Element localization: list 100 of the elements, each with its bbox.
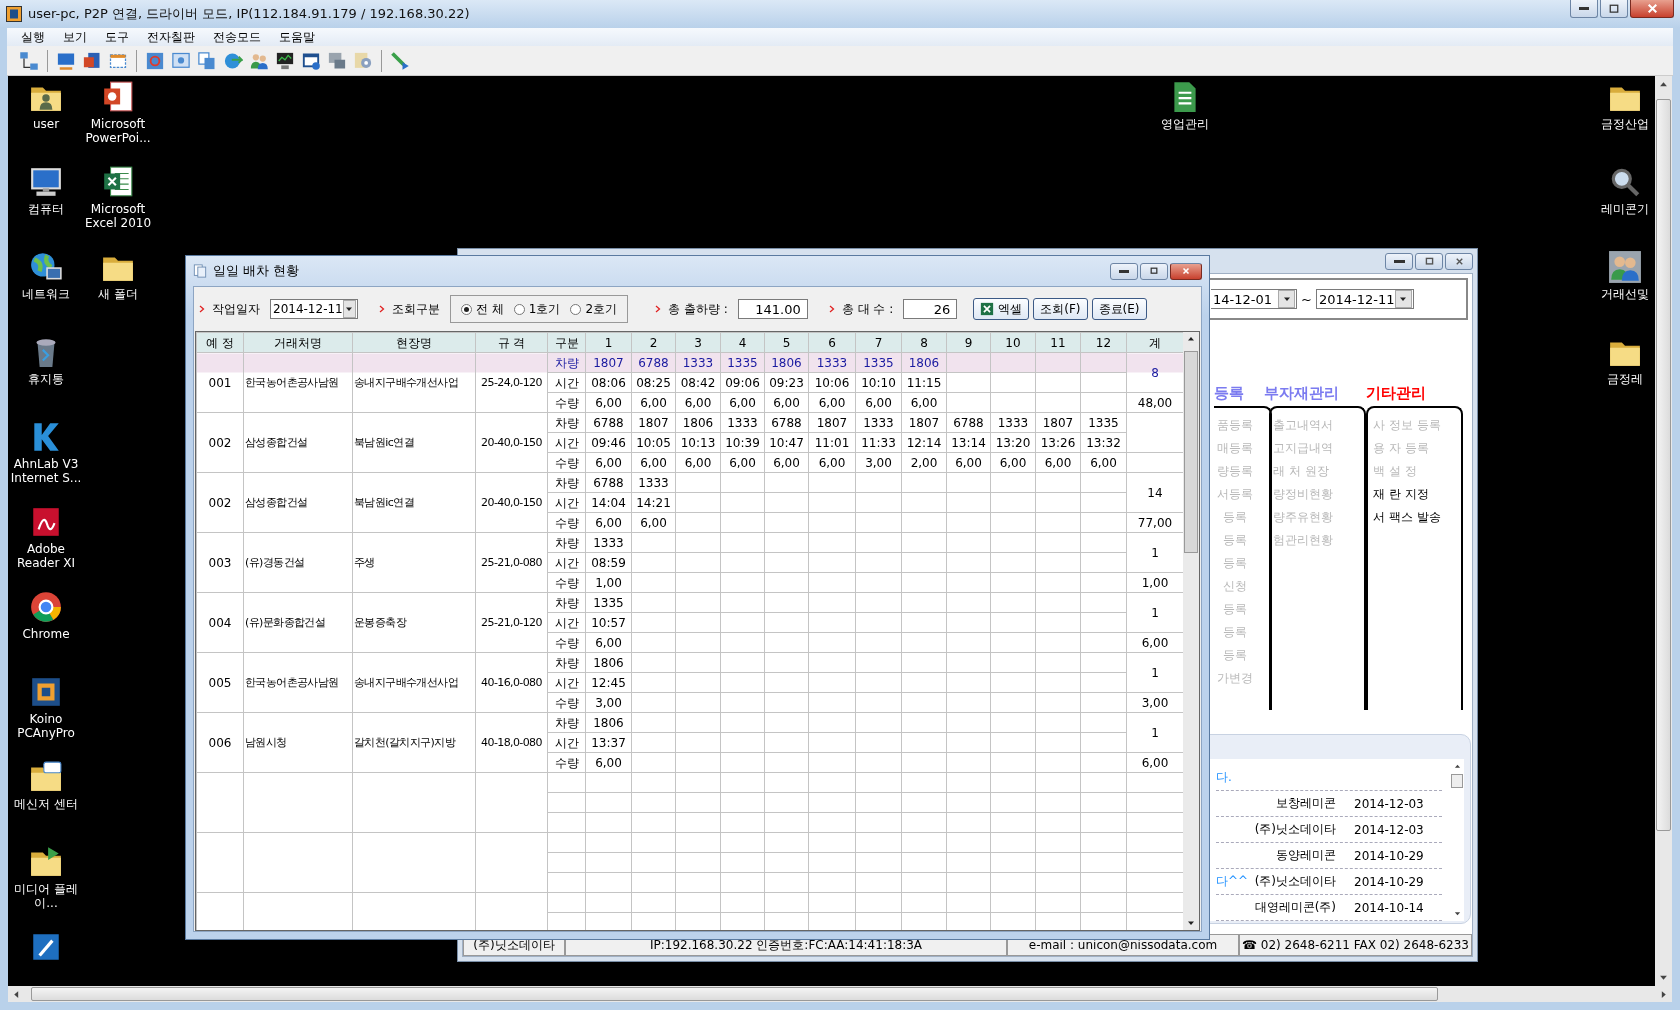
- minimize-button[interactable]: [1570, 0, 1598, 18]
- minimize-button[interactable]: [1110, 262, 1138, 280]
- maximize-button[interactable]: [1415, 252, 1443, 270]
- menu-link[interactable]: 서 팩스 발송: [1373, 508, 1461, 526]
- icon-label[interactable]: 휴지통: [28, 372, 64, 386]
- close-button[interactable]: [1170, 262, 1202, 280]
- radio-option[interactable]: 2호기: [570, 300, 618, 318]
- scroll-up-icon[interactable]: [1453, 763, 1461, 770]
- color-wheel-icon[interactable]: [29, 590, 63, 624]
- icon-label[interactable]: AhnLab V3 Internet S...: [8, 457, 84, 485]
- chat-folder-icon[interactable]: [29, 760, 63, 794]
- monitor-icon[interactable]: [275, 50, 295, 71]
- icon-label[interactable]: 네트워크: [22, 287, 70, 301]
- column-header[interactable]: 4: [720, 332, 765, 353]
- icon-label[interactable]: Chrome: [22, 627, 70, 641]
- icon-label[interactable]: user: [32, 117, 60, 131]
- icon-label[interactable]: 금정레: [1607, 372, 1643, 386]
- scroll-up-icon[interactable]: [1659, 80, 1668, 89]
- column-header[interactable]: 3: [675, 332, 721, 353]
- table-cell: 수량: [547, 572, 586, 593]
- column-header[interactable]: 2: [631, 332, 676, 353]
- icon-label[interactable]: Microsoft Excel 2010: [80, 202, 156, 230]
- pen-icon[interactable]: [390, 50, 410, 71]
- date-field[interactable]: 2014-12-11: [1315, 289, 1414, 309]
- copy-icon[interactable]: [197, 50, 217, 71]
- menu-item[interactable]: 전자칠판: [147, 28, 195, 46]
- scroll-left-icon[interactable]: [12, 989, 21, 999]
- radio-option[interactable]: 1호기: [513, 300, 561, 318]
- scroll-thumb[interactable]: [1656, 99, 1671, 831]
- icon-label[interactable]: 미디어 플레이...: [8, 882, 84, 910]
- window-icon: [193, 264, 207, 278]
- column-header[interactable]: 11: [1035, 332, 1081, 353]
- menu-item[interactable]: 전송모드: [213, 28, 261, 46]
- icon-label[interactable]: 메신저 센터: [14, 797, 78, 811]
- column-header[interactable]: 8: [901, 332, 947, 353]
- scroll-down-icon[interactable]: [1659, 973, 1668, 982]
- maximize-icon: [1149, 266, 1159, 276]
- horizontal-scrollbar[interactable]: [8, 986, 1672, 1002]
- scroll-thumb[interactable]: [31, 987, 1438, 1001]
- column-header[interactable]: 6: [808, 332, 856, 353]
- vertical-scrollbar[interactable]: [1183, 332, 1199, 930]
- screen-icon[interactable]: [171, 50, 191, 71]
- scroll-up-icon[interactable]: [1187, 335, 1195, 343]
- slides-document-icon[interactable]: [101, 80, 135, 114]
- people-icon[interactable]: [1608, 250, 1642, 284]
- icon-label[interactable]: 거래선및: [1601, 287, 1649, 301]
- icon-label[interactable]: 새 폴더: [98, 287, 138, 301]
- menu-item[interactable]: 도움말: [279, 28, 315, 46]
- media-folder-icon[interactable]: [29, 845, 63, 879]
- column-header[interactable]: 1: [585, 332, 632, 353]
- network-icon[interactable]: [19, 50, 39, 71]
- icon-label[interactable]: Koino PCAnyPro: [8, 712, 84, 740]
- column-header[interactable]: 구분: [547, 332, 586, 353]
- column-header[interactable]: 거래처명: [243, 332, 353, 353]
- icon-label[interactable]: 컴퓨터: [28, 202, 64, 216]
- refresh-icon[interactable]: [145, 50, 165, 71]
- total-trucks-field[interactable]: 26: [903, 299, 958, 319]
- menu-item[interactable]: 실행: [21, 28, 45, 46]
- table-cell: 13:26: [1035, 432, 1081, 453]
- column-header[interactable]: 규 격: [475, 332, 548, 353]
- scroll-thumb[interactable]: [1184, 351, 1198, 553]
- icon-label[interactable]: 레미콘기: [1601, 202, 1649, 216]
- minimize-button[interactable]: [1385, 252, 1413, 270]
- column-header[interactable]: 현장명: [352, 332, 476, 353]
- table-cell: 13:20: [990, 432, 1036, 453]
- column-header[interactable]: 9: [946, 332, 991, 353]
- vertical-scrollbar[interactable]: [1655, 76, 1672, 986]
- menu-item[interactable]: 보기: [63, 28, 87, 46]
- total-output-field[interactable]: 141.00: [737, 299, 808, 319]
- maximize-button[interactable]: [1140, 262, 1168, 280]
- export-button[interactable]: 엑셀: [973, 298, 1030, 320]
- scroll-right-icon[interactable]: [1659, 989, 1668, 999]
- search-button[interactable]: 조회(F): [1033, 298, 1088, 320]
- column-header[interactable]: 10: [990, 332, 1036, 353]
- computer-icon[interactable]: [29, 165, 63, 199]
- column-header[interactable]: 12: [1080, 332, 1127, 353]
- radio-option[interactable]: 전 체: [461, 300, 504, 318]
- icon-label[interactable]: Microsoft PowerPoi...: [80, 117, 156, 145]
- column-header[interactable]: 계: [1126, 332, 1183, 353]
- close-button[interactable]: [1630, 0, 1674, 18]
- scroll-thumb[interactable]: [1451, 774, 1463, 788]
- icon-label[interactable]: Adobe Reader XI: [8, 542, 84, 570]
- icon-label[interactable]: 금정산업: [1601, 117, 1649, 131]
- maximize-button[interactable]: [1600, 0, 1628, 18]
- column-header[interactable]: 7: [855, 332, 902, 353]
- menu-link[interactable]: 재 란 지정: [1373, 485, 1461, 503]
- table-cell: 시간: [547, 612, 586, 633]
- column-header[interactable]: 5: [764, 332, 809, 353]
- date-field[interactable]: 2014-12-11: [270, 299, 358, 319]
- dropdown-button[interactable]: [342, 300, 356, 318]
- table-cell: 006: [196, 712, 244, 773]
- scroll-down-icon[interactable]: [1187, 919, 1195, 927]
- column-header[interactable]: 예 정: [196, 332, 244, 353]
- date-field[interactable]: 14-12-01: [1211, 289, 1297, 309]
- menu-item[interactable]: 도구: [105, 28, 129, 46]
- scroll-down-icon[interactable]: [1453, 910, 1461, 917]
- spreadsheet-document-icon[interactable]: [101, 165, 135, 199]
- exit-button[interactable]: 종료(E): [1091, 298, 1147, 320]
- icon-label[interactable]: 영업관리: [1161, 117, 1209, 131]
- framed-square-icon[interactable]: [29, 675, 63, 709]
